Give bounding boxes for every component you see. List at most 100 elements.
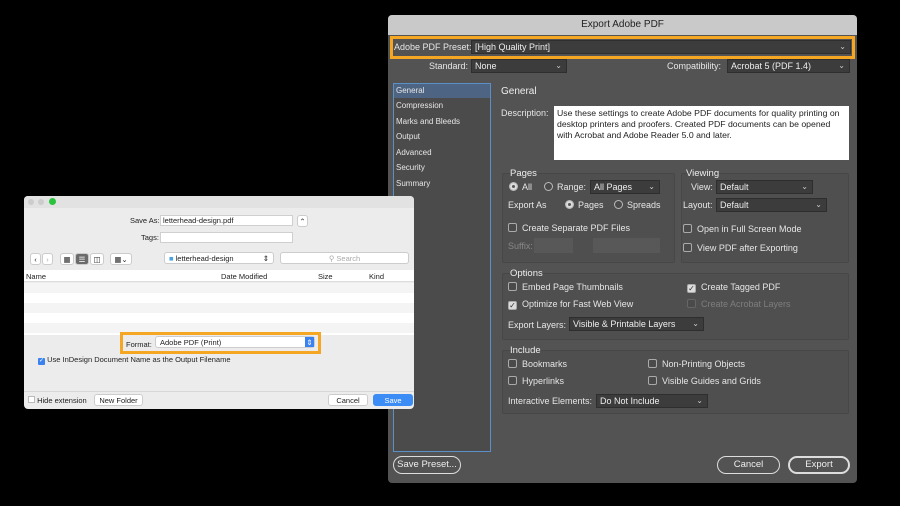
fullscreen-checkbox[interactable]: Open in Full Screen Mode	[683, 224, 802, 234]
radio-spreads[interactable]: Spreads	[614, 200, 661, 210]
checkbox-icon	[683, 224, 692, 233]
col-kind[interactable]: Kind	[369, 272, 384, 281]
new-folder-button[interactable]: New Folder	[94, 394, 143, 406]
search-placeholder: Search	[336, 254, 361, 263]
column-view-button[interactable]: ◫	[90, 253, 104, 265]
sidebar-item-compression[interactable]: Compression	[394, 98, 490, 114]
sidebar-item-general[interactable]: General	[394, 84, 490, 98]
radio-all[interactable]: All	[509, 182, 532, 192]
checkbox-icon	[648, 359, 657, 368]
preset-value: [High Quality Print]	[475, 42, 551, 52]
checkbox-label: Hide extension	[37, 396, 87, 405]
chevron-down-icon: ⌄	[648, 182, 655, 191]
fastweb-checkbox[interactable]: ✓ Optimize for Fast Web View	[508, 299, 633, 310]
guides-checkbox[interactable]: Visible Guides and Grids	[648, 376, 761, 386]
expand-button[interactable]: ⌃	[297, 215, 308, 227]
checkbox-icon	[687, 299, 696, 308]
hyperlinks-checkbox[interactable]: Hyperlinks	[508, 376, 564, 386]
chevron-down-icon: ⌄	[555, 61, 562, 70]
checkbox-label: Create Tagged PDF	[701, 282, 781, 292]
layout-dropdown[interactable]: Default ⌄	[716, 198, 827, 212]
chevron-up-icon: ⌃	[299, 217, 306, 226]
list-icon: ☰	[78, 255, 86, 264]
view-after-checkbox[interactable]: View PDF after Exporting	[683, 243, 798, 253]
format-value: Adobe PDF (Print)	[160, 338, 222, 347]
checkbox-label: Use InDesign Document Name as the Output…	[47, 355, 231, 364]
bookmarks-checkbox[interactable]: Bookmarks	[508, 359, 567, 369]
checkbox-icon	[648, 376, 657, 385]
close-icon[interactable]	[28, 199, 34, 205]
sidebar-item-summary[interactable]: Summary	[394, 176, 490, 192]
export-pdf-dialog: Export Adobe PDF Adobe PDF Preset: [High…	[388, 15, 857, 483]
sidebar-item-security[interactable]: Security	[394, 160, 490, 176]
radio-icon	[614, 200, 623, 209]
standard-dropdown[interactable]: None ⌄	[471, 59, 567, 73]
arrange-button[interactable]: ▦⌄	[110, 253, 132, 265]
tagged-pdf-checkbox[interactable]: ✓ Create Tagged PDF	[687, 282, 780, 293]
cancel-button[interactable]: Cancel	[717, 456, 780, 474]
thumbnails-checkbox[interactable]: Embed Page Thumbnails	[508, 282, 623, 292]
chevron-down-icon: ⌄	[692, 319, 699, 328]
cancel-button[interactable]: Cancel	[328, 394, 368, 406]
separate-pdf-checkbox[interactable]: Create Separate PDF Files	[508, 223, 630, 233]
col-date[interactable]: Date Modified	[221, 272, 267, 281]
description-label: Description:	[501, 108, 549, 118]
checkbox-label: Hyperlinks	[522, 376, 565, 386]
dialog-title: Export Adobe PDF	[388, 15, 857, 35]
radio-label: Range:	[557, 182, 587, 192]
preset-dropdown[interactable]: [High Quality Print] ⌄	[471, 40, 851, 54]
columns-icon: ◫	[93, 255, 101, 264]
radio-label: All	[522, 182, 533, 192]
suffix-field-2[interactable]	[593, 238, 660, 253]
suffix-label: Suffix:	[508, 241, 533, 251]
export-button[interactable]: Export	[788, 456, 850, 474]
format-dropdown[interactable]: Adobe PDF (Print) ⇕	[155, 336, 315, 348]
zoom-icon[interactable]	[49, 198, 56, 205]
list-view-button[interactable]: ☰	[75, 253, 89, 265]
suffix-input[interactable]	[534, 238, 573, 253]
use-name-checkbox[interactable]: ✓ Use InDesign Document Name as the Outp…	[38, 355, 231, 365]
divider	[24, 391, 414, 392]
range-dropdown[interactable]: All Pages ⌄	[590, 180, 660, 194]
minimize-icon[interactable]	[38, 199, 44, 205]
save-button[interactable]: Save	[373, 394, 413, 406]
sidebar-item-advanced[interactable]: Advanced	[394, 145, 490, 161]
radio-range[interactable]: Range:	[544, 182, 586, 192]
back-button[interactable]: ‹	[30, 253, 41, 265]
radio-icon	[565, 200, 574, 209]
save-dialog: Save As: letterhead-design.pdf ⌃ Tags: ‹…	[24, 196, 414, 409]
forward-button[interactable]: ›	[42, 253, 53, 265]
col-size[interactable]: Size	[318, 272, 333, 281]
chevron-down-icon: ⌄	[696, 396, 703, 405]
tags-input[interactable]	[160, 232, 293, 243]
tags-label: Tags:	[141, 233, 159, 242]
nonprinting-checkbox[interactable]: Non-Printing Objects	[648, 359, 745, 369]
radio-pages[interactable]: Pages	[565, 200, 604, 210]
icon-view-button[interactable]: ▦	[60, 253, 74, 265]
description-text: Use these settings to create Adobe PDF d…	[554, 106, 849, 160]
folder-dropdown[interactable]: ■ letterhead-design ⇕	[164, 252, 274, 264]
sidebar-item-marks-bleeds[interactable]: Marks and Bleeds	[394, 114, 490, 130]
range-value: All Pages	[594, 182, 633, 192]
file-list[interactable]	[24, 283, 414, 335]
search-input[interactable]: ⚲ Search	[280, 252, 409, 264]
sidebar-item-output[interactable]: Output	[394, 129, 490, 145]
checkmark-icon: ✓	[38, 358, 45, 365]
interactive-dropdown[interactable]: Do Not Include ⌄	[596, 394, 708, 408]
acrobat-layers-checkbox[interactable]: Create Acrobat Layers	[687, 299, 791, 309]
options-title: Options	[510, 268, 543, 279]
col-name[interactable]: Name	[26, 272, 46, 281]
save-as-input[interactable]: letterhead-design.pdf	[160, 215, 293, 226]
export-layers-dropdown[interactable]: Visible & Printable Layers ⌄	[569, 317, 704, 331]
checkbox-label: View PDF after Exporting	[697, 243, 798, 253]
hide-extension-checkbox[interactable]: Hide extension	[28, 396, 87, 405]
preset-label: Adobe PDF Preset:	[394, 42, 472, 52]
save-preset-button[interactable]: Save Preset...	[393, 456, 461, 474]
checkbox-label: Embed Page Thumbnails	[522, 282, 623, 292]
layout-label: Layout:	[683, 200, 713, 210]
chevron-down-icon: ⌄	[815, 200, 822, 209]
view-dropdown[interactable]: Default ⌄	[716, 180, 813, 194]
checkbox-label: Non-Printing Objects	[662, 359, 746, 369]
column-header: Name Date Modified Size Kind	[24, 270, 414, 282]
compat-dropdown[interactable]: Acrobat 5 (PDF 1.4) ⌄	[727, 59, 850, 73]
